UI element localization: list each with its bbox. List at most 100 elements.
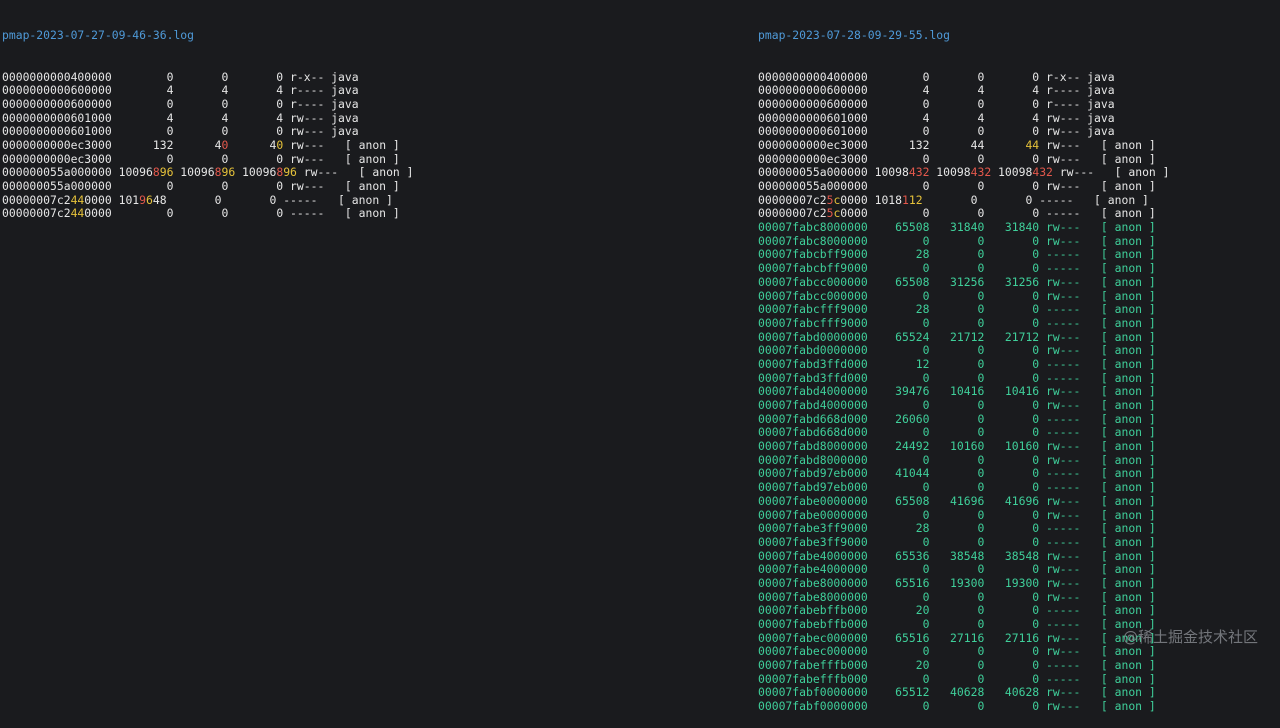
pmap-line: 00007fabe0000000 65508 41696 41696 rw---… bbox=[758, 494, 1278, 509]
pmap-line-segment: 000000055a000000 10096 bbox=[2, 165, 153, 180]
pmap-line: 00000007c25c0000 1018112 0 0 ----- [ ano… bbox=[758, 192, 1278, 208]
pmap-line-segment: 0000000000400000 0 0 0 r-x-- java bbox=[758, 69, 1115, 84]
pmap-line-segment: 00007fabd97eb000 41044 0 0 ----- [ anon … bbox=[758, 466, 1156, 481]
pmap-line: 00007fabd668d000 0 0 0 ----- [ anon ] bbox=[758, 426, 1278, 440]
pmap-line: 00007fabd0000000 65524 21712 21712 rw---… bbox=[758, 329, 1278, 345]
pmap-line-segment: 00007fabec000000 0 0 0 rw--- [ anon ] bbox=[758, 644, 1156, 659]
pmap-line-segment: 0000 1018 bbox=[840, 192, 903, 207]
pmap-line-segment: 00007fabc8000000 65508 31840 31840 rw---… bbox=[758, 220, 1156, 235]
pmap-line-segment: 00007fabcbff9000 0 0 0 ----- [ anon ] bbox=[758, 261, 1156, 276]
pmap-line: 000000055a000000 10098432 10098432 10098… bbox=[758, 165, 1278, 180]
pmap-line: 00007fabd97eb000 0 0 0 ----- [ anon ] bbox=[758, 480, 1278, 495]
pmap-line-segment: 10096 bbox=[235, 165, 277, 180]
pmap-line-segment: 0000 0 0 0 ----- [ anon ] bbox=[840, 206, 1156, 221]
pmap-line-segment: 00000007c2 bbox=[758, 206, 827, 221]
pmap-line: 0000000000ec3000 0 0 0 rw--- [ anon ] bbox=[2, 151, 742, 167]
pmap-line: 000000055a000000 0 0 0 rw--- [ anon ] bbox=[2, 179, 742, 194]
pmap-line: 00007fabcfff9000 28 0 0 ----- [ anon ] bbox=[758, 302, 1278, 317]
pmap-line-segment: 00007fabefffb000 0 0 0 ----- [ anon ] bbox=[758, 671, 1156, 686]
pmap-line-segment: 00007fabd4000000 0 0 0 rw--- [ anon ] bbox=[758, 398, 1156, 413]
pmap-line-segment: 96 bbox=[283, 165, 297, 180]
pmap-line: 00007fabd3ffd000 12 0 0 ----- [ anon ] bbox=[758, 356, 1278, 372]
pmap-line: 00007fabd3ffd000 0 0 0 ----- [ anon ] bbox=[758, 370, 1278, 386]
pmap-line-segment: 0000000000ec3000 0 0 0 rw--- [ anon ] bbox=[2, 151, 400, 166]
left-pmap-log-pane: pmap-2023-07-27-09-46-36.log 00000000004… bbox=[2, 2, 742, 235]
pmap-line-segment: 4 bbox=[228, 137, 277, 152]
pmap-line-segment: 44 bbox=[70, 192, 85, 207]
pmap-line: 00007fabe8000000 0 0 0 rw--- [ anon ] bbox=[758, 590, 1278, 605]
pmap-line-segment: 00007fabebffb000 0 0 0 ----- [ anon ] bbox=[758, 617, 1156, 632]
pmap-line: 00000007c2440000 1019648 0 0 ----- [ ano… bbox=[2, 192, 742, 208]
pmap-line-segment: 0000000000601000 4 4 4 rw--- java bbox=[758, 110, 1115, 125]
pmap-line-segment: 000000055a000000 0 0 0 rw--- [ anon ] bbox=[758, 179, 1156, 194]
pmap-line: 00007fabd4000000 39476 10416 10416 rw---… bbox=[758, 384, 1278, 399]
pmap-line-segment: 0000000000600000 0 0 0 r---- java bbox=[758, 96, 1115, 111]
pmap-line-segment: rw--- [ anon ] bbox=[296, 165, 414, 180]
pmap-line-segment: 0000000000601000 0 0 0 rw--- java bbox=[758, 124, 1115, 139]
pmap-line-segment: 432 bbox=[908, 165, 930, 180]
pmap-line-segment: rw--- [ anon ] bbox=[1052, 165, 1170, 180]
pmap-line: 00007fabe4000000 0 0 0 rw--- [ anon ] bbox=[758, 562, 1278, 577]
pmap-line: 00007fabe3ff9000 0 0 0 ----- [ anon ] bbox=[758, 535, 1278, 550]
pmap-line: 00000007c2440000 0 0 0 ----- [ anon ] bbox=[2, 207, 742, 221]
pmap-line: 00007fabcbff9000 28 0 0 ----- [ anon ] bbox=[758, 248, 1278, 262]
pmap-line: 00007fabc8000000 65508 31840 31840 rw---… bbox=[758, 220, 1278, 235]
pmap-line-segment: 00007fabe4000000 0 0 0 rw--- [ anon ] bbox=[758, 562, 1156, 577]
pmap-line: 00000007c25c0000 0 0 0 ----- [ anon ] bbox=[758, 207, 1278, 221]
pmap-line-segment: rw--- [ anon ] bbox=[1039, 137, 1156, 152]
pmap-line-segment: 00007fabe8000000 65516 19300 19300 rw---… bbox=[758, 575, 1156, 590]
pmap-line: 000000055a000000 10096896 10096896 10096… bbox=[2, 165, 742, 180]
pmap-line-segment: 0000000000601000 0 0 0 rw--- java bbox=[2, 124, 359, 139]
pmap-line-segment: 00007fabd668d000 26060 0 0 ----- [ anon … bbox=[758, 411, 1156, 426]
pmap-line-segment: 00007fabd3ffd000 0 0 0 ----- [ anon ] bbox=[758, 370, 1156, 385]
pmap-line-segment: 00007fabefffb000 20 0 0 ----- [ anon ] bbox=[758, 658, 1156, 673]
pmap-line-segment: 0000000000ec3000 132 4 bbox=[2, 137, 222, 152]
left-log-lines: 0000000000400000 0 0 0 r-x-- java 0000000… bbox=[2, 69, 742, 222]
pmap-line: 00007fabefffb000 0 0 0 ----- [ anon ] bbox=[758, 671, 1278, 687]
right-pmap-log-pane: pmap-2023-07-28-09-29-55.log 00000000004… bbox=[758, 2, 1278, 728]
pmap-line-segment: 00007fabd8000000 0 0 0 rw--- [ anon ] bbox=[758, 452, 1156, 467]
pmap-line-segment: 432 bbox=[1032, 165, 1053, 180]
pmap-line-segment: 00007fabcfff9000 28 0 0 ----- [ anon ] bbox=[758, 302, 1156, 317]
pmap-line-segment: 8 bbox=[152, 165, 160, 180]
pmap-line-segment: 00007fabf0000000 65512 40628 40628 rw---… bbox=[758, 685, 1156, 700]
pmap-line-segment: 44 bbox=[70, 206, 85, 221]
pmap-line-segment: 96 bbox=[221, 165, 236, 180]
pmap-line: 00007fabcbff9000 0 0 0 ----- [ anon ] bbox=[758, 261, 1278, 276]
pmap-line-segment: 10096 bbox=[173, 165, 215, 180]
pmap-line-segment: 12 bbox=[908, 192, 923, 207]
pmap-line-segment: 00007fabd0000000 65524 21712 21712 rw---… bbox=[758, 329, 1156, 344]
pmap-line: 00007fabe4000000 65536 38548 38548 rw---… bbox=[758, 549, 1278, 564]
pmap-line: 0000000000ec3000 0 0 0 rw--- [ anon ] bbox=[758, 152, 1278, 167]
pmap-line: 00007fabd8000000 0 0 0 rw--- [ anon ] bbox=[758, 452, 1278, 468]
pmap-line-segment: 00007fabd4000000 39476 10416 10416 rw---… bbox=[758, 384, 1156, 399]
pmap-line: 00007fabcfff9000 0 0 0 ----- [ anon ] bbox=[758, 315, 1278, 331]
pmap-line: 0000000000601000 4 4 4 rw--- java bbox=[758, 110, 1278, 126]
pmap-line: 0000000000601000 4 4 4 rw--- java bbox=[2, 110, 742, 126]
pmap-line-segment: 00007fabe3ff9000 28 0 0 ----- [ anon ] bbox=[758, 521, 1156, 536]
pmap-line-segment: 00000007c2 bbox=[2, 192, 71, 207]
pmap-line: 00007fabf0000000 65512 40628 40628 rw---… bbox=[758, 686, 1278, 700]
pmap-line-segment: 0000000000ec3000 132 44 bbox=[758, 137, 1026, 152]
pmap-line: 00007fabd668d000 26060 0 0 ----- [ anon … bbox=[758, 411, 1278, 427]
pmap-line-segment: 00007fabf0000000 0 0 0 rw--- [ anon ] bbox=[758, 699, 1156, 714]
pmap-line-segment: 00007fabd0000000 0 0 0 rw--- [ anon ] bbox=[758, 343, 1156, 358]
pmap-line-segment: 44 bbox=[1025, 137, 1040, 152]
pmap-line: 0000000000ec3000 132 44 44 rw--- [ anon … bbox=[758, 137, 1278, 153]
pmap-line-segment: 0000000000400000 0 0 0 r-x-- java bbox=[2, 69, 359, 84]
pmap-line-segment: 00007fabd3ffd000 12 0 0 ----- [ anon ] bbox=[758, 356, 1156, 371]
pmap-line: 00007fabec000000 0 0 0 rw--- [ anon ] bbox=[758, 645, 1278, 659]
pmap-line-segment: 48 0 0 ----- [ anon ] bbox=[152, 192, 393, 207]
right-log-lines: 0000000000400000 0 0 0 r-x-- java 0000000… bbox=[758, 69, 1278, 714]
pmap-line: 00007fabd0000000 0 0 0 rw--- [ anon ] bbox=[758, 343, 1278, 358]
pmap-line-segment: rw--- [ anon ] bbox=[283, 137, 400, 152]
pmap-line: 00007fabc8000000 0 0 0 rw--- [ anon ] bbox=[758, 234, 1278, 249]
pmap-line-segment: 0000000000601000 4 4 4 rw--- java bbox=[2, 110, 359, 125]
pmap-line: 0000000000600000 4 4 4 r---- java bbox=[2, 83, 742, 98]
pmap-line: 00007fabd97eb000 41044 0 0 ----- [ anon … bbox=[758, 467, 1278, 481]
pmap-line-segment: 6 bbox=[146, 192, 153, 207]
pmap-line-segment: 00007fabcfff9000 0 0 0 ----- [ anon ] bbox=[758, 315, 1156, 330]
watermark: @稀土掘金技术社区 bbox=[1122, 628, 1258, 647]
pmap-line-segment: 0 0 ----- [ anon ] bbox=[922, 192, 1149, 207]
pmap-line-segment: 00007fabd668d000 0 0 0 ----- [ anon ] bbox=[758, 425, 1156, 440]
